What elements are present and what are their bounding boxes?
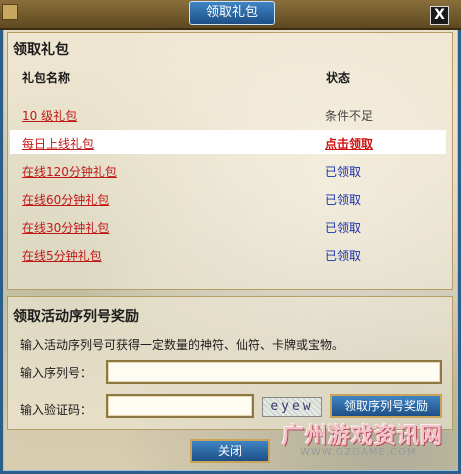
captcha-input[interactable]: [106, 394, 254, 418]
serial-section-title: 领取活动序列号奖励: [13, 309, 139, 325]
claim-serial-button[interactable]: 领取序列号奖励: [330, 394, 442, 418]
gift-name-link[interactable]: 在线60分钟礼包: [22, 191, 109, 208]
claim-link[interactable]: 点击领取: [325, 135, 373, 152]
gift-name-link[interactable]: 10 级礼包: [22, 107, 77, 124]
captcha-image[interactable]: eyew: [262, 397, 322, 417]
gift-name-link[interactable]: 在线120分钟礼包: [22, 163, 117, 180]
gift-status: 已领取: [325, 165, 362, 179]
window-title: 领取礼包: [189, 1, 275, 25]
captcha-label: 输入验证码：: [20, 403, 93, 417]
gift-name-link[interactable]: 每日上线礼包: [22, 135, 94, 152]
gift-row: 在线30分钟礼包 已领取: [10, 214, 446, 238]
column-header-name: 礼包名称: [22, 71, 71, 85]
corner-ornament-icon: [2, 4, 18, 20]
gift-status: 条件不足: [325, 109, 374, 123]
gift-status: 已领取: [325, 221, 362, 235]
gift-status: 已领取: [325, 249, 362, 263]
gift-row: 在线60分钟礼包 已领取: [10, 186, 446, 210]
serial-label: 输入序列号：: [20, 366, 93, 380]
column-header-status: 状态: [326, 71, 351, 85]
gift-row: 10 级礼包 条件不足: [10, 102, 446, 126]
serial-input[interactable]: [106, 360, 442, 384]
gift-status: 已领取: [325, 193, 362, 207]
close-button[interactable]: 关闭: [190, 439, 270, 463]
watermark-logo: 广州游戏资讯网: [282, 424, 444, 449]
gift-row: 在线120分钟礼包 已领取: [10, 158, 446, 182]
serial-hint: 输入活动序列号可获得一定数量的神符、仙符、卡牌或宝物。: [20, 338, 345, 352]
gift-name-link[interactable]: 在线5分钟礼包: [22, 247, 102, 264]
close-icon[interactable]: X: [430, 6, 449, 25]
gift-name-link[interactable]: 在线30分钟礼包: [22, 219, 109, 236]
watermark-url: WWW.GZGAME.COM: [300, 447, 417, 458]
gift-row: 每日上线礼包 点击领取: [10, 130, 446, 154]
title-bar[interactable]: 领取礼包 X: [0, 0, 461, 30]
gift-row: 在线5分钟礼包 已领取: [10, 242, 446, 266]
gift-section-title: 领取礼包: [13, 42, 69, 58]
